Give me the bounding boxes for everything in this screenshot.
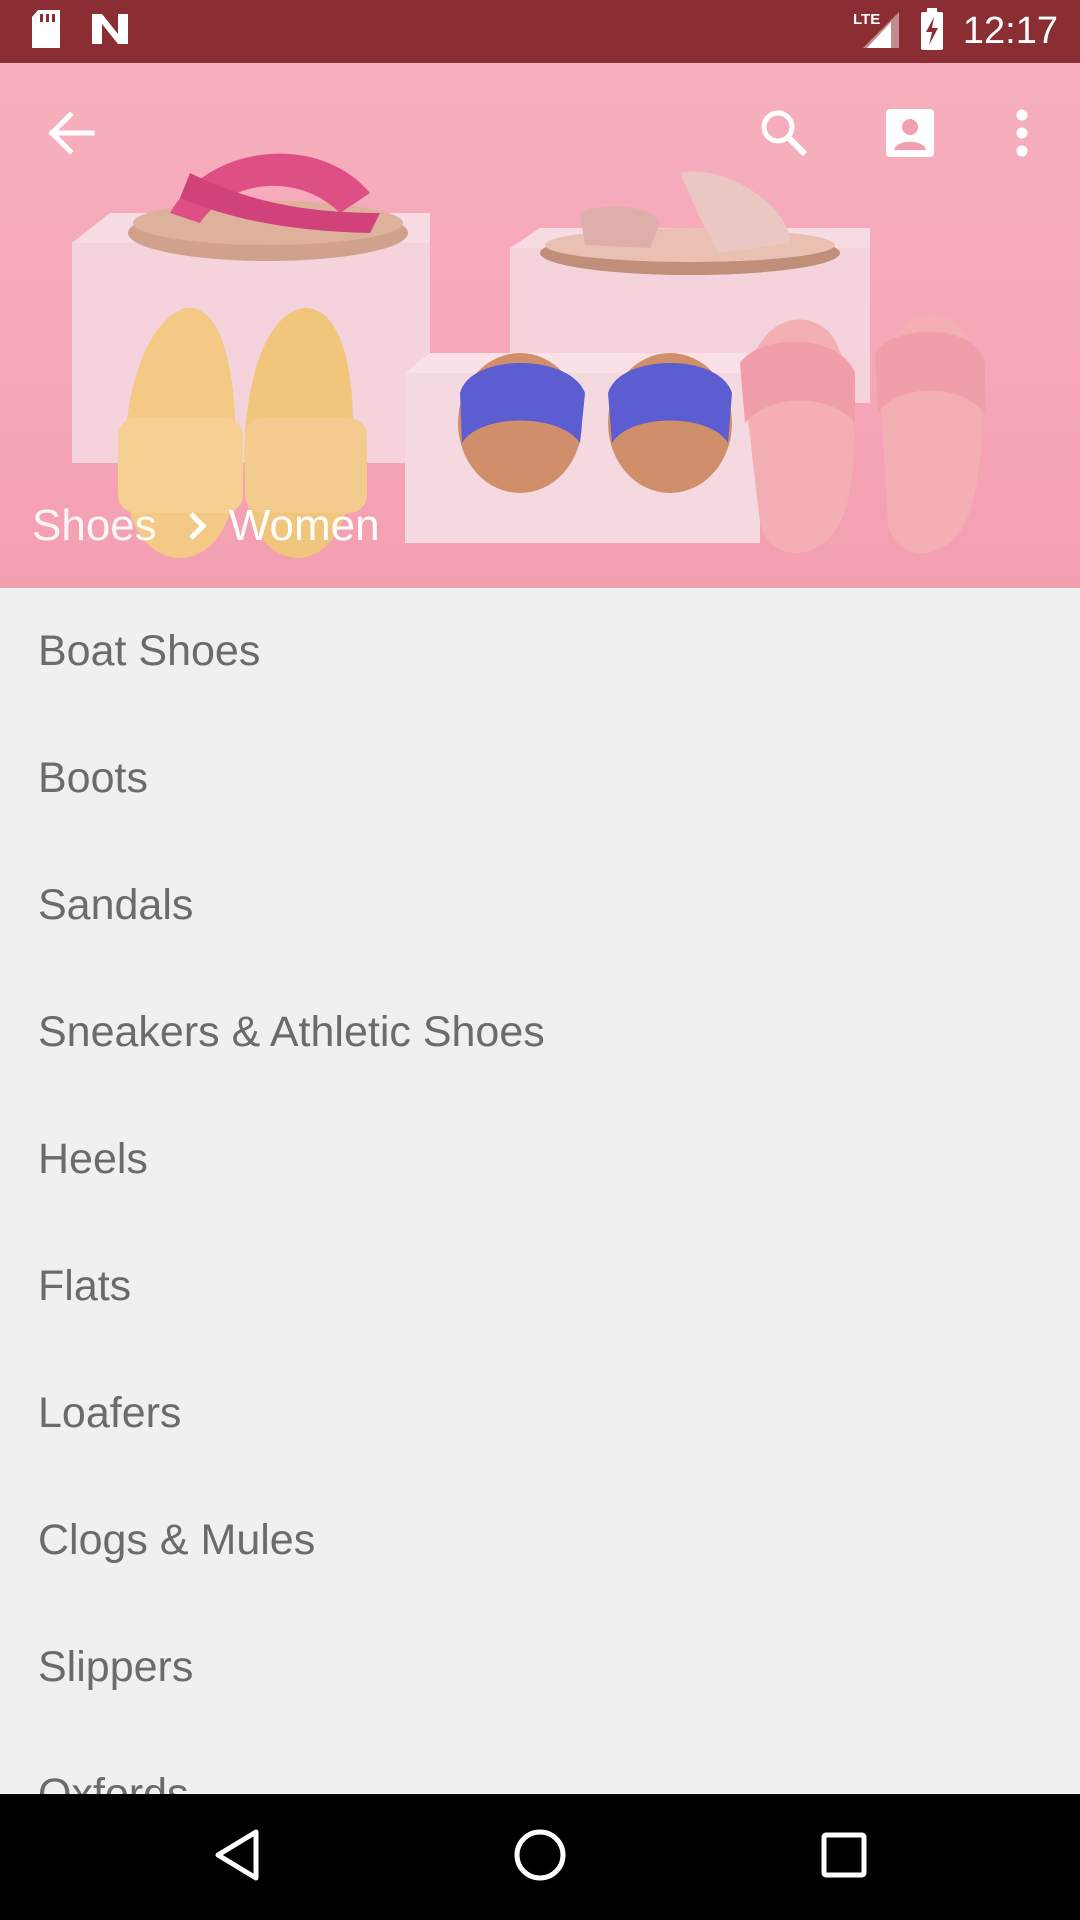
list-item[interactable]: Sneakers & Athletic Shoes: [0, 969, 1080, 1096]
lte-signal-icon: LTE: [851, 8, 901, 55]
list-item[interactable]: Flats: [0, 1223, 1080, 1350]
n-notification-icon: [90, 12, 130, 51]
search-icon: [759, 108, 809, 163]
sd-card-icon: [30, 10, 62, 53]
status-left-icons: [30, 10, 130, 53]
nav-home-icon: [513, 1828, 567, 1887]
nav-recents-icon: [821, 1832, 867, 1883]
nav-recents-button[interactable]: [809, 1822, 879, 1892]
status-right-icons: LTE 12:17: [851, 6, 1058, 56]
status-time: 12:17: [962, 10, 1058, 52]
navigation-bar: [0, 1794, 1080, 1920]
account-box-icon: [885, 108, 935, 163]
toolbar: [0, 63, 1080, 209]
chevron-right-icon: [187, 511, 207, 541]
status-bar: LTE 12:17: [0, 0, 1080, 63]
nav-back-button[interactable]: [202, 1822, 272, 1892]
list-item[interactable]: Boots: [0, 715, 1080, 842]
search-button[interactable]: [748, 99, 820, 171]
nav-home-button[interactable]: [505, 1822, 575, 1892]
arrow-left-icon: [48, 110, 96, 160]
list-item[interactable]: Heels: [0, 1096, 1080, 1223]
list-item[interactable]: Loafers: [0, 1350, 1080, 1477]
battery-charging-icon: [919, 7, 945, 55]
list-item[interactable]: Slippers: [0, 1604, 1080, 1731]
account-button[interactable]: [874, 99, 946, 171]
network-label: LTE: [853, 11, 880, 28]
list-item[interactable]: Boat Shoes: [0, 588, 1080, 715]
more-vertical-icon: [1015, 109, 1029, 162]
more-options-button[interactable]: [986, 99, 1058, 171]
breadcrumb: Shoes Women: [32, 494, 380, 558]
category-list: Boat Shoes Boots Sandals Sneakers & Athl…: [0, 588, 1080, 1794]
list-item[interactable]: Oxfords: [0, 1731, 1080, 1794]
list-item[interactable]: Sandals: [0, 842, 1080, 969]
back-button[interactable]: [36, 99, 108, 171]
breadcrumb-parent-link[interactable]: Shoes: [32, 501, 157, 551]
nav-back-icon: [212, 1828, 262, 1887]
list-item[interactable]: Clogs & Mules: [0, 1477, 1080, 1604]
breadcrumb-current: Women: [228, 501, 380, 550]
